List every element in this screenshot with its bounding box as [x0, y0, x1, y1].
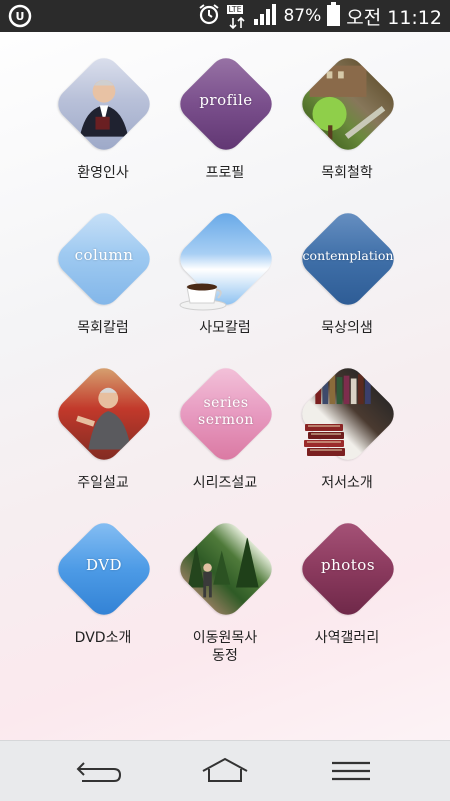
navigation-bar: [0, 740, 450, 801]
lte-indicator: LTE: [227, 3, 247, 30]
battery-percent: 87%: [283, 6, 322, 26]
home-icon: [202, 757, 248, 782]
app-notification-icon: U: [8, 4, 32, 28]
battery-icon: [327, 2, 341, 30]
menu-icon: [332, 761, 370, 781]
forest-walk-photo: [173, 516, 279, 622]
preacher-photo: [51, 361, 157, 467]
back-arrow-icon: [76, 762, 122, 782]
clock: 오전 11:12: [346, 6, 442, 29]
campus-photo: [295, 51, 401, 157]
home-button[interactable]: [195, 753, 255, 789]
back-button[interactable]: [70, 753, 130, 789]
book-stack-icon: [304, 424, 345, 456]
welcome-photo: [51, 51, 157, 157]
status-bar: U LTE 87% 오전 11:12: [0, 0, 450, 32]
menu-button[interactable]: [320, 753, 380, 789]
svg-text:U: U: [16, 10, 25, 23]
alarm-icon: [197, 2, 221, 30]
coffee-cup-icon: [179, 283, 227, 311]
signal-strength-icon: [253, 3, 277, 29]
